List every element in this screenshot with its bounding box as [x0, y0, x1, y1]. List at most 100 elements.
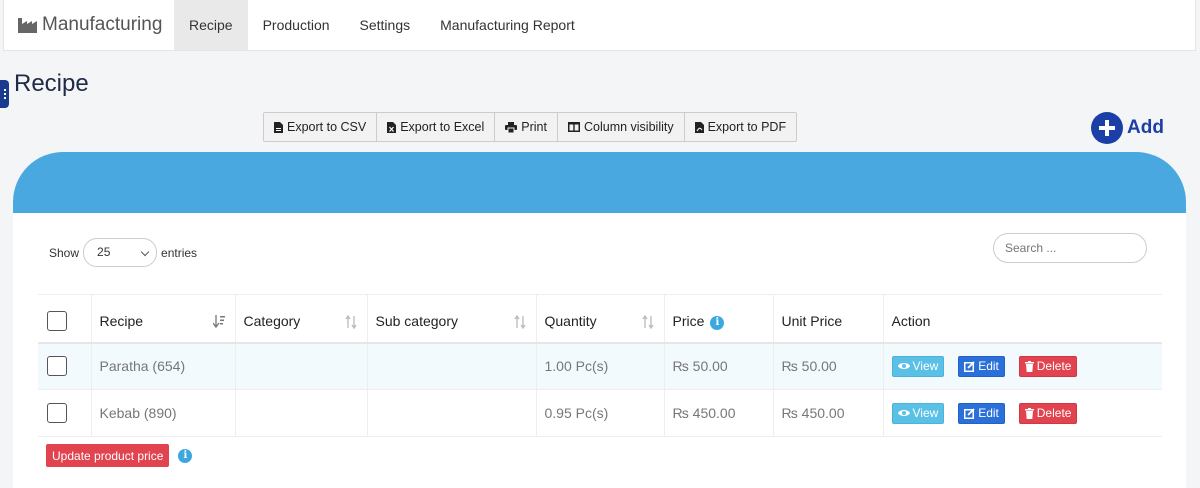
- view-button[interactable]: View: [891, 402, 945, 424]
- info-icon[interactable]: i: [178, 448, 193, 463]
- col-category[interactable]: Category: [234, 294, 367, 343]
- table-row: Paratha (654) 1.00 Pc(s) ₨ 50.00 ₨ 50.00…: [38, 342, 1162, 390]
- nav-item-recipe[interactable]: Recipe: [174, 0, 248, 50]
- edit-label: Edit: [978, 406, 999, 420]
- info-icon[interactable]: i: [710, 315, 725, 330]
- row-select-cell: [38, 390, 91, 437]
- export-csv-label: Export to CSV: [287, 120, 367, 134]
- row-checkbox[interactable]: [47, 356, 67, 377]
- chevron-down-icon: [140, 247, 150, 257]
- sort-icon: [513, 315, 526, 329]
- edit-icon: [964, 361, 975, 372]
- delete-button[interactable]: Delete: [1018, 402, 1078, 424]
- sort-icon: [641, 315, 654, 329]
- export-pdf-button[interactable]: Export to PDF: [685, 113, 797, 141]
- col-quantity-label: Quantity: [544, 313, 597, 330]
- cell-unit-price: ₨ 50.00: [772, 342, 883, 390]
- sort-icon: [344, 315, 357, 329]
- cell-quantity: 0.95 Pc(s): [535, 389, 664, 437]
- eye-icon: [897, 363, 910, 370]
- search-input[interactable]: [993, 233, 1147, 263]
- row-select-cell: [38, 343, 91, 390]
- col-price-label: Price: [672, 312, 705, 329]
- row-checkbox[interactable]: [47, 403, 67, 423]
- entries-length: Show 25 entries: [49, 238, 197, 267]
- view-button[interactable]: View: [891, 355, 945, 377]
- edit-button[interactable]: Edit: [958, 355, 1005, 377]
- show-label: Show: [49, 245, 80, 260]
- col-unit-price: Unit Price: [772, 294, 883, 343]
- nav-item-production[interactable]: Production: [248, 0, 345, 50]
- col-category-label: Category: [243, 313, 301, 330]
- cell-category: [234, 389, 367, 437]
- column-visibility-button[interactable]: Column visibility: [558, 113, 685, 141]
- export-csv-button[interactable]: Export to CSV: [264, 113, 378, 141]
- col-action: Action: [882, 294, 1162, 343]
- col-quantity[interactable]: Quantity: [535, 294, 664, 343]
- sidebar-toggle[interactable]: [0, 80, 9, 108]
- factory-icon: [18, 18, 37, 33]
- card-header-band: [13, 152, 1186, 213]
- view-label: View: [912, 359, 939, 374]
- recipe-table: Recipe Category Sub category Quantity Pr…: [38, 294, 1162, 437]
- col-recipe-label: Recipe: [99, 313, 144, 330]
- add-label: Add: [1127, 117, 1164, 138]
- export-toolbar: Export to CSV Export to Excel Print Colu…: [263, 112, 798, 142]
- cell-recipe: Kebab (890): [90, 389, 235, 437]
- export-excel-label: Export to Excel: [400, 120, 485, 134]
- plus-circle-icon: [1091, 112, 1123, 144]
- trash-icon: [1024, 360, 1034, 372]
- edit-icon: [964, 407, 975, 419]
- print-button[interactable]: Print: [495, 113, 558, 141]
- table-row: Kebab (890) 0.95 Pc(s) ₨ 450.00 ₨ 450.00…: [38, 389, 1162, 437]
- entries-label: entries: [161, 245, 198, 260]
- col-recipe[interactable]: Recipe: [90, 294, 235, 343]
- delete-label: Delete: [1036, 359, 1072, 374]
- file-csv-icon: [274, 121, 283, 133]
- sort-desc-icon: [212, 315, 225, 329]
- cell-unit-price: ₨ 450.00: [772, 389, 883, 437]
- file-excel-icon: [387, 121, 397, 133]
- cell-price: ₨ 50.00: [663, 342, 773, 390]
- brand-label: Manufacturing: [42, 14, 163, 35]
- brand[interactable]: Manufacturing: [4, 0, 174, 50]
- eye-icon: [897, 410, 910, 416]
- cell-action: View Edit Delete: [882, 342, 1162, 390]
- view-label: View: [912, 406, 939, 420]
- col-sub-category-label: Sub category: [375, 313, 459, 330]
- recipe-card: Show 25 entries Recipe Category Sub cate…: [13, 152, 1186, 488]
- table-header-row: Recipe Category Sub category Quantity Pr…: [38, 294, 1162, 343]
- print-label: Print: [521, 120, 547, 134]
- update-product-price-button[interactable]: Update product price: [46, 444, 170, 467]
- edit-button[interactable]: Edit: [958, 402, 1005, 424]
- add-button[interactable]: Add: [1091, 112, 1164, 144]
- delete-label: Delete: [1036, 406, 1072, 420]
- cell-action: View Edit Delete: [882, 389, 1162, 437]
- nav-item-settings[interactable]: Settings: [345, 0, 426, 50]
- print-icon: [505, 121, 518, 133]
- file-pdf-icon: [694, 121, 704, 133]
- page-title: Recipe: [14, 70, 89, 97]
- col-price: Price i: [663, 294, 773, 343]
- cell-category: [234, 342, 367, 390]
- column-visibility-label: Column visibility: [583, 120, 674, 134]
- col-sub-category[interactable]: Sub category: [366, 294, 536, 343]
- columns-icon: [567, 122, 580, 132]
- col-action-label: Action: [891, 313, 931, 330]
- nav-item-manufacturing-report[interactable]: Manufacturing Report: [425, 0, 590, 50]
- delete-button[interactable]: Delete: [1018, 355, 1078, 377]
- export-pdf-label: Export to PDF: [707, 120, 787, 134]
- col-unit-price-label: Unit Price: [781, 313, 843, 330]
- update-price-row: Update product price i: [46, 444, 193, 467]
- export-excel-button[interactable]: Export to Excel: [377, 113, 496, 141]
- trash-icon: [1024, 407, 1034, 419]
- select-all-header: [38, 295, 91, 343]
- edit-label: Edit: [978, 359, 999, 374]
- cell-recipe: Paratha (654): [90, 342, 235, 390]
- cell-sub-category: [366, 389, 536, 437]
- select-all-checkbox[interactable]: [47, 311, 67, 332]
- entries-select[interactable]: 25: [83, 238, 158, 267]
- cell-sub-category: [366, 342, 536, 390]
- cell-price: ₨ 450.00: [663, 389, 773, 437]
- top-navbar: Manufacturing Recipe Production Settings…: [3, 0, 1196, 51]
